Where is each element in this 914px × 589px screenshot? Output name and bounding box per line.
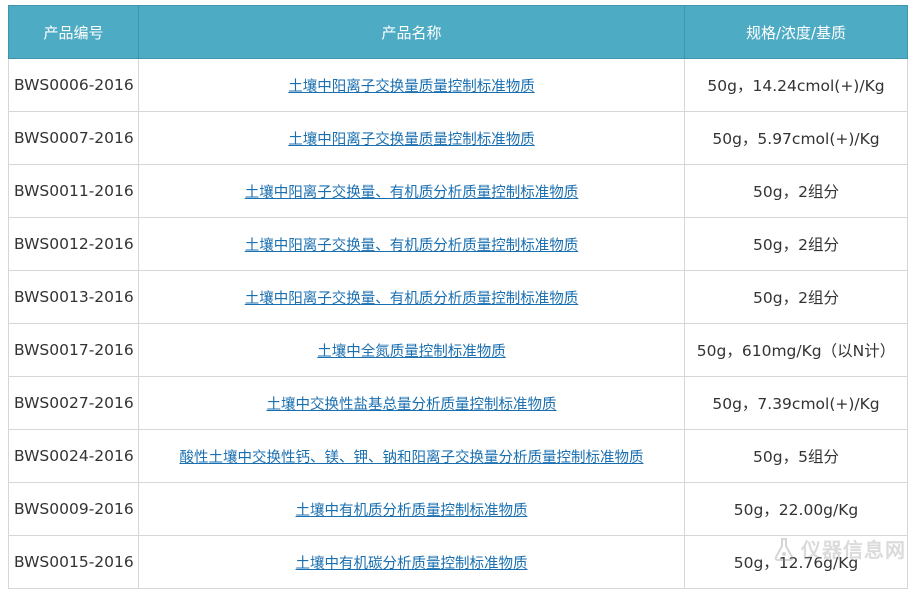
product-code-cell: BWS0027-2016 <box>8 376 139 430</box>
spec-cell: 50g，5.97cmol(+)/Kg <box>684 111 908 165</box>
table-row: BWS0024-2016 酸性土壤中交换性钙、镁、钾、钠和阳离子交换量分析质量控制… <box>8 429 908 483</box>
product-name-link[interactable]: 土壤中有机碳分析质量控制标准物质 <box>296 556 528 572</box>
product-name-link[interactable]: 土壤中阳离子交换量、有机质分析质量控制标准物质 <box>245 291 579 307</box>
product-name-cell: 土壤中阳离子交换量、有机质分析质量控制标准物质 <box>138 270 685 324</box>
product-code-cell: BWS0017-2016 <box>8 323 139 377</box>
table-row: BWS0009-2016 土壤中有机质分析质量控制标准物质 50g，22.00g/K… <box>8 482 908 536</box>
product-name-link[interactable]: 土壤中阳离子交换量、有机质分析质量控制标准物质 <box>245 185 579 201</box>
spec-cell: 50g，7.39cmol(+)/Kg <box>684 376 908 430</box>
spec-cell: 50g，14.24cmol(+)/Kg <box>684 58 908 112</box>
header-product-code: 产品编号 <box>8 5 139 59</box>
product-code-cell: BWS0007-2016 <box>8 111 139 165</box>
product-name-cell: 酸性土壤中交换性钙、镁、钾、钠和阳离子交换量分析质量控制标准物质 <box>138 429 685 483</box>
table-row: BWS0007-2016 土壤中阳离子交换量质量控制标准物质 50g，5.97cmo… <box>8 111 908 165</box>
product-name-link[interactable]: 酸性土壤中交换性钙、镁、钾、钠和阳离子交换量分析质量控制标准物质 <box>180 450 644 466</box>
product-code-cell: BWS0009-2016 <box>8 482 139 536</box>
product-name-link[interactable]: 土壤中阳离子交换量质量控制标准物质 <box>288 79 535 95</box>
product-name-link[interactable]: 土壤中交换性盐基总量分析质量控制标准物质 <box>267 397 557 413</box>
header-spec: 规格/浓度/基质 <box>684 5 908 59</box>
table-row: BWS0012-2016 土壤中阳离子交换量、有机质分析质量控制标准物质 50g，2… <box>8 217 908 271</box>
product-table: 产品编号 产品名称 规格/浓度/基质 BWS0006-2016 土壤中阳离子交换量… <box>8 5 908 589</box>
table-header-row: 产品编号 产品名称 规格/浓度/基质 <box>8 5 908 59</box>
table-row: BWS0011-2016 土壤中阳离子交换量、有机质分析质量控制标准物质 50g，2… <box>8 164 908 218</box>
product-name-cell: 土壤中阳离子交换量质量控制标准物质 <box>138 111 685 165</box>
product-code-cell: BWS0006-2016 <box>8 58 139 112</box>
table-body: BWS0006-2016 土壤中阳离子交换量质量控制标准物质 50g，14.24cm… <box>8 58 908 589</box>
product-code-cell: BWS0011-2016 <box>8 164 139 218</box>
product-name-link[interactable]: 土壤中阳离子交换量质量控制标准物质 <box>288 132 535 148</box>
table-row: BWS0013-2016 土壤中阳离子交换量、有机质分析质量控制标准物质 50g，2… <box>8 270 908 324</box>
spec-cell: 50g，2组分 <box>684 164 908 218</box>
product-code-cell: BWS0024-2016 <box>8 429 139 483</box>
product-name-cell: 土壤中阳离子交换量、有机质分析质量控制标准物质 <box>138 217 685 271</box>
spec-cell: 50g，2组分 <box>684 217 908 271</box>
spec-cell: 50g，2组分 <box>684 270 908 324</box>
product-name-cell: 土壤中交换性盐基总量分析质量控制标准物质 <box>138 376 685 430</box>
table-row: BWS0017-2016 土壤中全氮质量控制标准物质 50g，610mg/Kg（以N… <box>8 323 908 377</box>
product-name-cell: 土壤中阳离子交换量质量控制标准物质 <box>138 58 685 112</box>
product-name-cell: 土壤中全氮质量控制标准物质 <box>138 323 685 377</box>
table-row: BWS0027-2016 土壤中交换性盐基总量分析质量控制标准物质 50g，7.39… <box>8 376 908 430</box>
table-row: BWS0006-2016 土壤中阳离子交换量质量控制标准物质 50g，14.24cm… <box>8 58 908 112</box>
product-name-link[interactable]: 土壤中阳离子交换量、有机质分析质量控制标准物质 <box>245 238 579 254</box>
product-code-cell: BWS0015-2016 <box>8 535 139 589</box>
product-name-cell: 土壤中有机质分析质量控制标准物质 <box>138 482 685 536</box>
spec-cell: 50g，610mg/Kg（以N计） <box>684 323 908 377</box>
spec-cell: 50g，5组分 <box>684 429 908 483</box>
product-name-cell: 土壤中阳离子交换量、有机质分析质量控制标准物质 <box>138 164 685 218</box>
product-name-cell: 土壤中有机碳分析质量控制标准物质 <box>138 535 685 589</box>
spec-cell: 50g，22.00g/Kg <box>684 482 908 536</box>
product-code-cell: BWS0012-2016 <box>8 217 139 271</box>
spec-cell: 50g，12.76g/Kg <box>684 535 908 589</box>
table-row: BWS0015-2016 土壤中有机碳分析质量控制标准物质 50g，12.76g/K… <box>8 535 908 589</box>
product-name-link[interactable]: 土壤中全氮质量控制标准物质 <box>317 344 506 360</box>
product-name-link[interactable]: 土壤中有机质分析质量控制标准物质 <box>296 503 528 519</box>
product-code-cell: BWS0013-2016 <box>8 270 139 324</box>
header-product-name: 产品名称 <box>138 5 685 59</box>
